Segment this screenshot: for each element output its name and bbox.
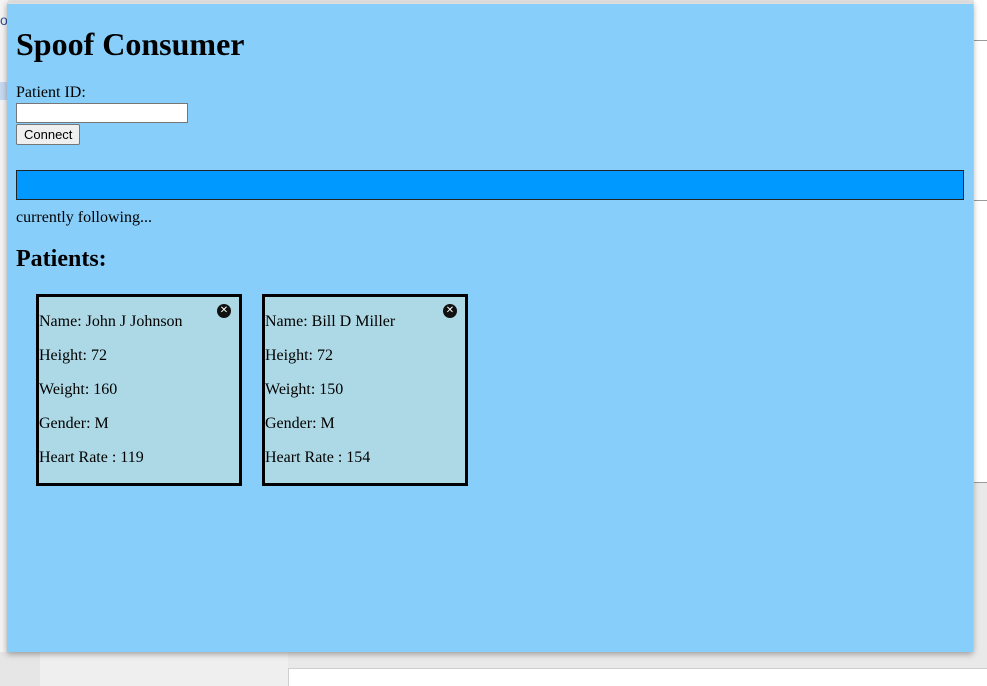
patient-card: ✕ Name: Bill D Miller Height: 72 Weight:…	[262, 294, 468, 486]
background-panel-right	[974, 0, 987, 483]
patients-heading: Patients:	[16, 246, 107, 272]
patient-gender: Gender: M	[39, 415, 109, 432]
connect-button[interactable]: Connect	[16, 124, 81, 145]
patient-name: Name: Bill D Miller	[265, 313, 396, 330]
following-status-text: currently following...	[16, 209, 152, 226]
patient-weight: Weight: 160	[39, 381, 118, 398]
patient-id-label: Patient ID:	[16, 84, 86, 101]
patient-id-input[interactable]	[16, 103, 188, 123]
patient-weight: Weight: 150	[265, 381, 344, 398]
background-panel-bottom-right	[288, 668, 987, 686]
patient-heart-rate: Heart Rate : 154	[265, 449, 371, 466]
patient-name: Name: John J Johnson	[39, 313, 183, 330]
background-divider	[974, 40, 987, 41]
close-icon[interactable]: ✕	[443, 304, 457, 318]
close-icon[interactable]: ✕	[217, 304, 231, 318]
patient-heart-rate: Heart Rate : 119	[39, 449, 144, 466]
background-panel-bottom-left	[0, 652, 41, 686]
patient-height: Height: 72	[265, 347, 333, 364]
page-title: Spoof Consumer	[16, 26, 245, 62]
patient-height: Height: 72	[39, 347, 107, 364]
patient-gender: Gender: M	[265, 415, 335, 432]
background-divider	[974, 200, 987, 201]
patient-card: ✕ Name: John J Johnson Height: 72 Weight…	[36, 294, 242, 486]
spoof-consumer-window: Spoof Consumer Patient ID: Connect curre…	[7, 2, 973, 652]
background-panel-bottom-mid	[40, 652, 288, 686]
patient-card-list: ✕ Name: John J Johnson Height: 72 Weight…	[36, 294, 468, 486]
status-bar	[16, 170, 964, 200]
